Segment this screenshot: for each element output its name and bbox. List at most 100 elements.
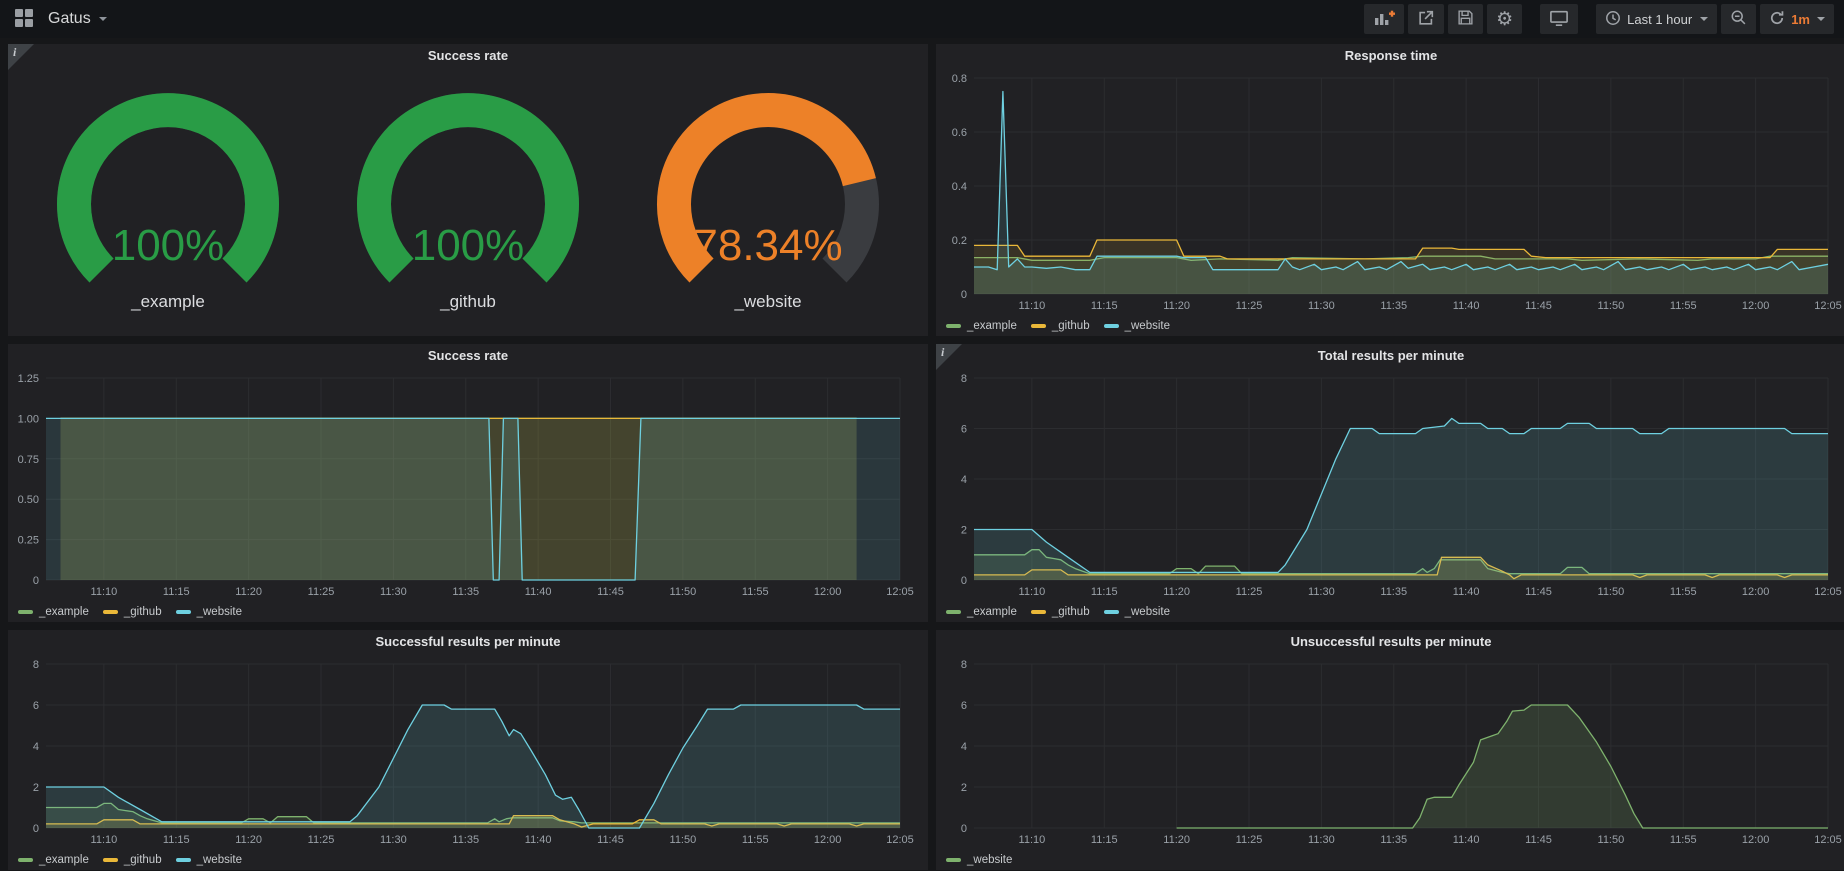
legend-item-_example[interactable]: _example (18, 606, 89, 618)
svg-text:8: 8 (961, 373, 967, 385)
svg-text:11:15: 11:15 (1091, 300, 1118, 312)
svg-text:11:10: 11:10 (1019, 834, 1046, 846)
legend-item-_example[interactable]: _example (946, 606, 1017, 618)
gauge-value: 78.34% (693, 221, 842, 270)
legend-swatch (18, 858, 33, 862)
zoom-out-button[interactable] (1721, 4, 1756, 34)
svg-text:11:40: 11:40 (525, 586, 552, 598)
svg-text:0.25: 0.25 (18, 535, 39, 547)
navbar-right: ⚙ Last 1 hour 1m (1360, 4, 1834, 34)
legend-item-_example[interactable]: _example (946, 320, 1017, 332)
svg-text:6: 6 (961, 424, 967, 436)
gear-icon: ⚙ (1496, 10, 1513, 29)
legend-item-_website[interactable]: _website (1104, 606, 1170, 618)
svg-text:11:50: 11:50 (670, 834, 697, 846)
svg-text:11:40: 11:40 (1453, 586, 1480, 598)
gauge-value: 100% (412, 221, 525, 270)
svg-text:11:50: 11:50 (1598, 834, 1625, 846)
svg-text:12:05: 12:05 (1814, 834, 1842, 846)
panel-info-corner[interactable]: i (8, 44, 34, 70)
chart-area: 0246811:1011:1511:2011:2511:3011:3511:40… (936, 654, 1844, 870)
panel-title[interactable]: Success rate (8, 44, 928, 68)
settings-button[interactable]: ⚙ (1487, 4, 1522, 34)
panel-title[interactable]: Success rate (8, 344, 928, 368)
svg-text:11:20: 11:20 (1163, 300, 1190, 312)
add-panel-button[interactable] (1364, 4, 1404, 34)
gauge-value: 100% (112, 221, 225, 270)
svg-text:11:35: 11:35 (452, 834, 479, 846)
legend-item-_example[interactable]: _example (18, 854, 89, 866)
navbar-left: Gatus (10, 4, 107, 35)
svg-text:4: 4 (33, 741, 39, 753)
time-series-plot[interactable]: 0246811:1011:1511:2011:2511:3011:3511:40… (936, 654, 1844, 850)
svg-text:11:40: 11:40 (525, 834, 552, 846)
svg-text:11:35: 11:35 (1380, 300, 1407, 312)
svg-text:11:55: 11:55 (742, 586, 769, 598)
svg-text:11:45: 11:45 (597, 834, 624, 846)
time-range-picker[interactable]: Last 1 hour (1596, 4, 1717, 34)
tv-icon (1549, 9, 1569, 30)
svg-text:11:20: 11:20 (235, 586, 262, 598)
svg-text:11:30: 11:30 (1308, 300, 1335, 312)
panel-title[interactable]: Total results per minute (936, 344, 1844, 368)
legend-item-_github[interactable]: _github (103, 854, 162, 866)
legend-item-_website[interactable]: _website (176, 854, 242, 866)
svg-text:11:20: 11:20 (1163, 586, 1190, 598)
chart-area: 0246811:1011:1511:2011:2511:3011:3511:40… (936, 368, 1844, 622)
svg-text:11:55: 11:55 (1670, 834, 1697, 846)
gauge-label: _website (734, 292, 801, 312)
legend-swatch (176, 858, 191, 862)
svg-text:0: 0 (33, 575, 39, 587)
panel-success-rate-gauges: i Success rate 100%_example100%_github78… (8, 44, 928, 336)
gauge-group: 100%_example100%_github78.34%_website (8, 68, 928, 336)
dashboard-grid: i Success rate 100% _example 100% _github 78… (0, 38, 1844, 871)
time-series-plot[interactable]: 00.250.500.751.001.2511:1011:1511:2011:2… (8, 368, 928, 602)
svg-text:0.4: 0.4 (952, 181, 967, 193)
svg-text:11:40: 11:40 (1453, 834, 1480, 846)
legend-item-_github[interactable]: _github (103, 606, 162, 618)
chart-legend: _example _github _website (936, 602, 1844, 622)
panel-title[interactable]: Successful results per minute (8, 630, 928, 654)
svg-text:0.8: 0.8 (952, 73, 967, 85)
svg-text:0: 0 (961, 823, 967, 835)
panel-successful-results: Successful results per minute 0246811:10… (8, 630, 928, 870)
share-button[interactable] (1408, 4, 1444, 34)
navbar: Gatus ⚙ (0, 0, 1844, 38)
dashboard-title-dropdown[interactable]: Gatus (48, 10, 107, 28)
svg-text:2: 2 (33, 782, 39, 794)
svg-text:11:10: 11:10 (91, 586, 118, 598)
panel-success-rate-graph: Success rate 00.250.500.751.001.2511:101… (8, 344, 928, 622)
cycle-view-mode-button[interactable] (1540, 4, 1578, 34)
svg-text:11:20: 11:20 (1163, 834, 1190, 846)
legend-item-_website[interactable]: _website (176, 606, 242, 618)
apps-menu-button[interactable] (10, 4, 38, 35)
legend-item-_website[interactable]: _website (946, 854, 1012, 866)
svg-text:11:30: 11:30 (380, 586, 407, 598)
time-series-plot[interactable]: 0246811:1011:1511:2011:2511:3011:3511:40… (8, 654, 928, 850)
panel-response-time: Response time 00.20.40.60.811:1011:1511:… (936, 44, 1844, 336)
svg-text:11:30: 11:30 (1308, 834, 1335, 846)
svg-text:11:15: 11:15 (1091, 586, 1118, 598)
svg-text:11:45: 11:45 (1525, 300, 1552, 312)
chart-area: 00.20.40.60.811:1011:1511:2011:2511:3011… (936, 68, 1844, 336)
legend-item-_website[interactable]: _website (1104, 320, 1170, 332)
svg-text:11:15: 11:15 (163, 586, 190, 598)
refresh-interval-label: 1m (1791, 12, 1810, 27)
time-series-plot[interactable]: 0246811:1011:1511:2011:2511:3011:3511:40… (936, 368, 1844, 602)
time-series-plot[interactable]: 00.20.40.60.811:1011:1511:2011:2511:3011… (936, 68, 1844, 316)
svg-text:6: 6 (961, 700, 967, 712)
gauge-_website: 78.34% _website (618, 90, 918, 312)
save-button[interactable] (1448, 4, 1483, 34)
svg-text:0: 0 (33, 823, 39, 835)
svg-text:11:55: 11:55 (742, 834, 769, 846)
panel-info-corner[interactable]: i (936, 344, 962, 370)
svg-text:12:05: 12:05 (886, 834, 914, 846)
legend-swatch (946, 324, 961, 328)
legend-item-_github[interactable]: _github (1031, 320, 1090, 332)
svg-text:11:55: 11:55 (1670, 586, 1697, 598)
legend-item-_github[interactable]: _github (1031, 606, 1090, 618)
svg-text:6: 6 (33, 700, 39, 712)
panel-title[interactable]: Response time (936, 44, 1844, 68)
refresh-picker[interactable]: 1m (1760, 4, 1834, 34)
panel-title[interactable]: Unsuccessful results per minute (936, 630, 1844, 654)
